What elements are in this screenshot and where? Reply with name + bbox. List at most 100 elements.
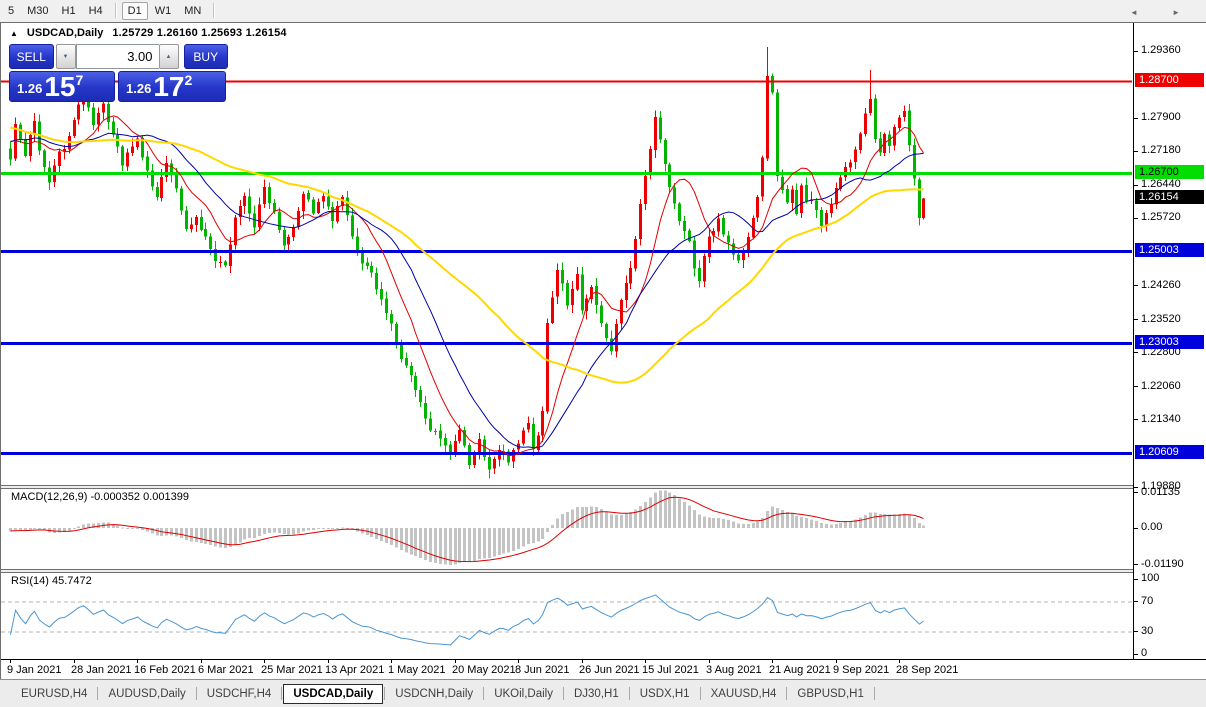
buy-button[interactable]: BUY xyxy=(183,44,228,69)
sell-button[interactable]: SELL xyxy=(9,44,54,69)
timeframe-button-h1[interactable]: H1 xyxy=(56,2,82,20)
tab-separator xyxy=(281,687,283,700)
volume-input[interactable] xyxy=(75,44,159,69)
price-axis-tick: 1.25720 xyxy=(1141,211,1181,224)
date-label: 25 Mar 2021 xyxy=(261,664,323,676)
date-tick-mark xyxy=(201,660,202,663)
price-axis-tick: 1.29360 xyxy=(1141,44,1181,56)
date-label: 15 Jul 2021 xyxy=(642,664,699,676)
symbol-tab-usdx[interactable]: USDX,H1 xyxy=(631,685,699,703)
axis-tick-mark xyxy=(1134,419,1138,421)
macd-axis-tick: -0.01190 xyxy=(1141,557,1184,570)
price-axis-tick: 1.22060 xyxy=(1141,379,1181,392)
tab-separator xyxy=(483,687,485,700)
symbol-tab-gbpusd[interactable]: GBPUSD,H1 xyxy=(788,685,872,703)
rsi-axis-tick: 0 xyxy=(1141,647,1148,659)
timeframe-button-d1[interactable]: D1 xyxy=(121,1,148,20)
buy-price-display[interactable]: 1.26 17 2 xyxy=(118,71,226,102)
price-axis[interactable]: 1.29360 1.27900 1.27180 1.26440 1.25720 1.242… xyxy=(1133,23,1206,659)
sell-price-display[interactable]: 1.26 15 7 xyxy=(9,71,115,102)
price-axis-tick: 1.27900 xyxy=(1141,111,1181,124)
one-click-trading-panel: SELL ▼ ▲ BUY 1.26 15 7 1.26 17 2 xyxy=(9,44,228,102)
toolbar-separator xyxy=(213,3,216,18)
sell-price-big-digits: 15 xyxy=(44,71,76,102)
price-axis-tick: 1.23520 xyxy=(1141,312,1181,325)
chart-window: ▲ USDCAD,Daily 1.25729 1.26160 1.25693 1… xyxy=(0,22,1206,680)
date-label: 26 Jun 2021 xyxy=(579,664,640,676)
rsi-axis-tick: 100 xyxy=(1141,572,1160,584)
tab-separator xyxy=(699,687,701,700)
date-tick-mark xyxy=(518,660,519,663)
sell-price-prefix: 1.26 xyxy=(17,81,43,96)
macd-axis-tick: 0.01135 xyxy=(1141,485,1180,498)
rsi-axis-tick: 70 xyxy=(1141,594,1154,607)
date-axis[interactable]: 9 Jan 2021 28 Jan 2021 16 Feb 2021 6 Mar 20… xyxy=(1,660,1206,680)
axis-tick-mark xyxy=(1134,50,1138,52)
price-level-label: 1.28700 xyxy=(1135,73,1204,88)
date-tick-mark xyxy=(899,660,900,663)
timeframe-button-5[interactable]: 5 xyxy=(2,2,20,20)
symbol-tab-dj30[interactable]: DJ30,H1 xyxy=(565,685,628,703)
axis-tick-mark xyxy=(1134,486,1138,488)
axis-tick-mark xyxy=(1134,285,1138,287)
date-tick-mark xyxy=(645,660,646,663)
buy-price-big-digits: 17 xyxy=(153,71,185,102)
timeframe-button-mn[interactable]: MN xyxy=(178,2,207,20)
date-label: 3 Aug 2021 xyxy=(706,664,762,676)
price-axis-tick: 1.26440 xyxy=(1141,178,1181,191)
symbol-tab-usdcad[interactable]: USDCAD,Daily xyxy=(283,683,384,704)
timeframe-button-h4[interactable]: H4 xyxy=(83,2,109,20)
timeframe-button-m30[interactable]: M30 xyxy=(21,2,54,20)
date-label: 1 May 2021 xyxy=(388,664,446,676)
price-axis-tick: 1.24260 xyxy=(1141,278,1181,291)
timeframe-toolbar: 5 M30 H1 H4 D1 W1 MN xyxy=(0,0,1206,21)
date-tick-mark xyxy=(709,660,710,663)
sell-price-pip-digit: 7 xyxy=(75,72,84,88)
date-label: 9 Jan 2021 xyxy=(7,664,62,676)
tab-separator xyxy=(628,687,630,700)
rsi-panel-canvas[interactable] xyxy=(1,573,1133,659)
axis-tick-mark xyxy=(1134,150,1138,152)
macd-indicator-label: MACD(12,26,9) -0.000352 0.001399 xyxy=(11,491,189,503)
tab-separator xyxy=(97,687,99,700)
symbol-tab-usdcnh[interactable]: USDCNH,Daily xyxy=(386,685,482,703)
date-tick-mark xyxy=(137,660,138,663)
axis-tick-mark xyxy=(1134,631,1138,632)
axis-tick-mark xyxy=(1134,386,1138,388)
tab-scroll-arrows[interactable]: ◄ ► xyxy=(1130,8,1196,17)
symbol-tab-usdchf[interactable]: USDCHF,H4 xyxy=(198,685,281,703)
date-label: 16 Feb 2021 xyxy=(134,664,196,676)
price-level-label: 1.26700 xyxy=(1135,165,1204,180)
date-tick-mark xyxy=(264,660,265,663)
date-label: 21 Aug 2021 xyxy=(769,664,831,676)
price-axis-tick: 1.27180 xyxy=(1141,144,1181,157)
price-level-label: 1.20609 xyxy=(1135,445,1204,460)
symbol-tab-ukoil[interactable]: UKOil,Daily xyxy=(485,685,562,703)
tab-separator xyxy=(786,687,788,700)
axis-tick-mark xyxy=(1134,578,1138,580)
symbol-tab-xauusd[interactable]: XAUUSD,H4 xyxy=(702,685,786,703)
axis-tick-mark xyxy=(1134,527,1138,529)
date-label: 28 Jan 2021 xyxy=(71,664,132,676)
axis-tick-mark xyxy=(1134,117,1138,119)
current-price-label: 1.26154 xyxy=(1135,190,1204,205)
axis-tick-mark xyxy=(1134,217,1138,219)
date-tick-mark xyxy=(391,660,392,663)
price-level-label: 1.23003 xyxy=(1135,335,1204,350)
axis-tick-mark xyxy=(1134,601,1138,602)
rsi-axis-tick: 30 xyxy=(1141,624,1154,637)
volume-decrease-button[interactable]: ▼ xyxy=(55,44,76,69)
date-tick-mark xyxy=(772,660,773,663)
rsi-indicator-label: RSI(14) 45.7472 xyxy=(11,575,92,587)
symbol-tab-audusd[interactable]: AUDUSD,Daily xyxy=(99,685,194,703)
date-tick-mark xyxy=(328,660,329,663)
axis-tick-mark xyxy=(1134,352,1138,354)
symbol-tab-eurusd[interactable]: EURUSD,H4 xyxy=(12,685,96,703)
buy-price-pip-digit: 2 xyxy=(184,72,193,88)
volume-increase-button[interactable]: ▲ xyxy=(158,44,179,69)
axis-tick-mark xyxy=(1134,564,1138,566)
date-tick-mark xyxy=(455,660,456,663)
toolbar-separator xyxy=(114,3,117,18)
timeframe-button-w1[interactable]: W1 xyxy=(149,2,178,20)
date-tick-mark xyxy=(836,660,837,663)
